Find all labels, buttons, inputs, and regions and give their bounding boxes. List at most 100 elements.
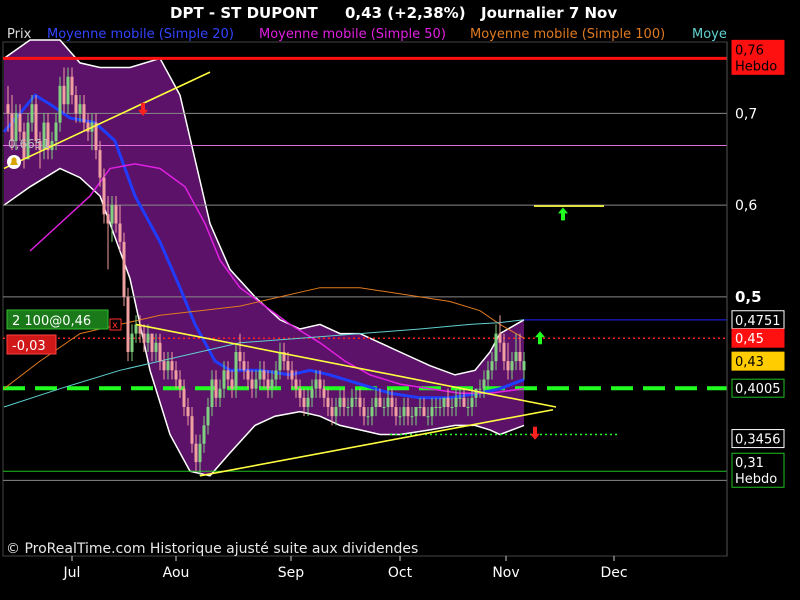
legend-ma100[interactable]: Moyenne mobile (Simple 100) (470, 27, 665, 42)
candle-body (78, 104, 82, 114)
candle-body (378, 397, 382, 408)
candle-body (58, 85, 62, 123)
order-text: 2 100@0,46 (12, 314, 91, 329)
candle-body (162, 361, 166, 371)
legend-price[interactable]: Prix (7, 27, 32, 42)
price-label: 0,45 (735, 332, 764, 347)
price-label: 0,31 (735, 456, 764, 471)
candle-body (250, 379, 254, 389)
candle-body (166, 361, 170, 371)
candle-body (466, 407, 470, 409)
candle-body (394, 407, 398, 417)
candle-body (242, 361, 246, 371)
price-chart[interactable]: DPT - ST DUPONT 0,43 (+2,38%) Journalier… (0, 0, 800, 600)
candle-body (478, 388, 482, 390)
candle-body (418, 407, 422, 409)
candle-body (286, 361, 290, 371)
candle-body (474, 388, 478, 398)
candle-body (446, 397, 450, 408)
candle-body (514, 351, 518, 362)
x-tick-label: Nov (492, 565, 519, 581)
candle-body (202, 425, 206, 444)
x-tick-label: Dec (600, 565, 627, 581)
candle-body (370, 407, 374, 417)
candle-body (490, 361, 494, 371)
candle-body (210, 379, 214, 408)
candle-body (306, 397, 310, 408)
candle-body (330, 407, 334, 417)
candle-body (414, 407, 418, 417)
candle-body (430, 407, 434, 417)
candle-body (362, 407, 366, 417)
candle-body (266, 379, 270, 389)
candle-body (438, 407, 442, 409)
legend-ma20[interactable]: Moyenne mobile (Simple 20) (47, 27, 234, 42)
candle-body (226, 370, 230, 380)
candle-body (298, 388, 302, 398)
x-tick-label: Jul (63, 565, 81, 581)
candle-body (222, 370, 226, 389)
bell-icon[interactable] (7, 155, 21, 169)
candle-body (522, 361, 526, 371)
candle-body (102, 177, 106, 215)
candle-body (174, 370, 178, 380)
candle-body (502, 342, 506, 362)
legend-ma50[interactable]: Moyenne mobile (Simple 50) (259, 27, 446, 42)
candle-body (518, 351, 522, 362)
price-label-sub: Hebdo (735, 59, 777, 74)
candle-body (498, 333, 502, 343)
candle-body (70, 76, 74, 96)
price-label-upper-left: 0,6651 (8, 137, 50, 151)
price-label: 0,43 (735, 355, 764, 370)
price-label: 0,76 (735, 43, 764, 58)
candle-body (290, 370, 294, 380)
y-tick-label: 0,7 (735, 106, 757, 122)
candle-body (146, 333, 150, 343)
legend-ma-extra[interactable]: Moye (692, 27, 727, 42)
candle-body (118, 223, 122, 242)
candle-body (54, 122, 58, 141)
candle-body (342, 397, 346, 408)
candle-body (178, 379, 182, 389)
candle-body (454, 397, 458, 408)
instrument-title: DPT - ST DUPONT (170, 4, 319, 22)
candle-body (134, 324, 138, 334)
candle-body (294, 379, 298, 389)
candle-body (214, 379, 218, 398)
candle-body (270, 379, 274, 389)
price-label: 0,4005 (735, 382, 781, 397)
candle-body (206, 407, 210, 426)
candle-body (486, 370, 490, 380)
candle-body (402, 407, 406, 417)
candle-body (462, 397, 466, 408)
candle-body (482, 379, 486, 389)
candle-body (234, 351, 238, 389)
order-annotation[interactable]: 2 100@0,46 x (6, 309, 122, 331)
candle-body (426, 416, 430, 418)
candle-body (230, 379, 234, 389)
candle-body (258, 370, 262, 380)
candle-body (106, 214, 110, 224)
candle-body (158, 342, 162, 362)
x-tick-label: Sep (278, 565, 305, 581)
candle-body (366, 416, 370, 418)
candle-body (398, 416, 402, 418)
candle-body (410, 416, 414, 418)
candle-body (18, 113, 22, 132)
candle-body (122, 241, 126, 297)
candle-body (314, 379, 318, 389)
candle-body (66, 76, 70, 105)
candle-body (170, 361, 174, 371)
pnl-annotation[interactable]: -0,03 (6, 334, 57, 355)
pnl-text: -0,03 (12, 339, 46, 354)
candle-body (98, 150, 102, 178)
candle-body (246, 370, 250, 380)
candle-body (382, 407, 386, 409)
candle-body (278, 351, 282, 371)
candle-body (310, 388, 314, 398)
candle-body (322, 388, 326, 398)
candle-body (186, 407, 190, 417)
candle-body (190, 416, 194, 444)
candle-body (182, 388, 186, 408)
candle-body (126, 296, 130, 352)
